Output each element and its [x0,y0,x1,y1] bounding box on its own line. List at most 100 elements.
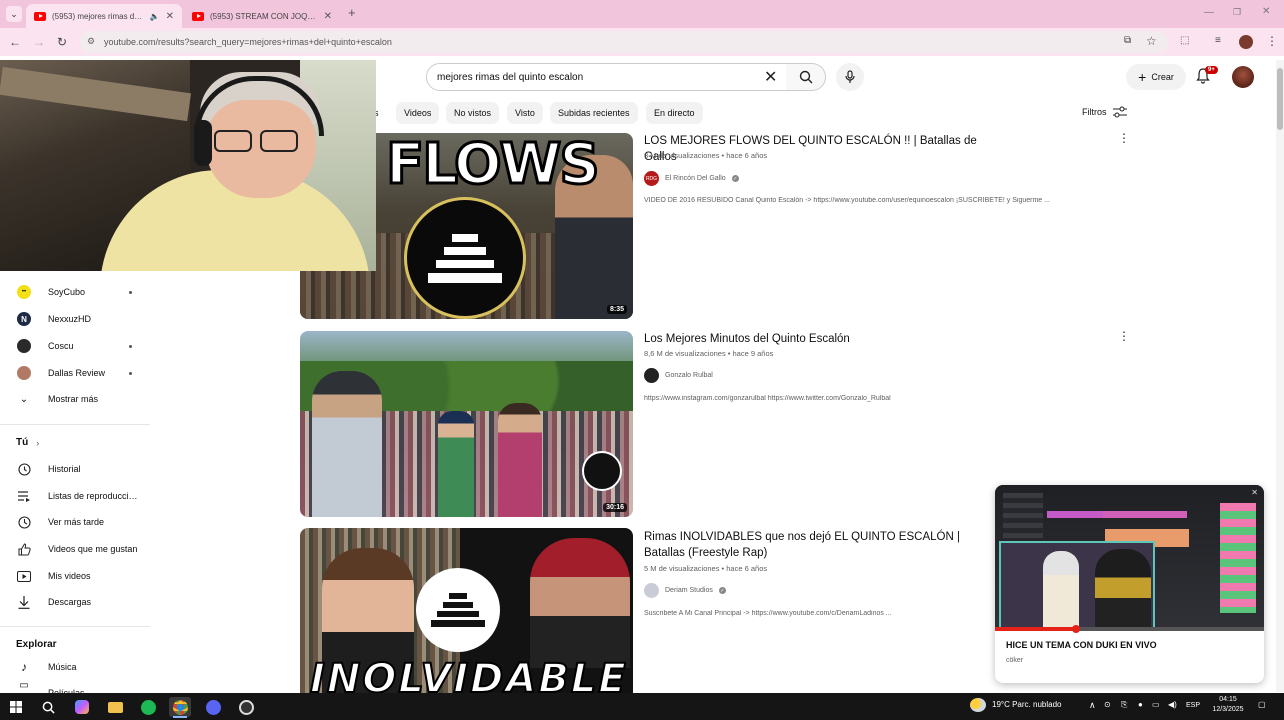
chip-recently-uploaded[interactable]: Subidas recientes [550,102,638,124]
site-info-icon[interactable]: ⚙ [87,36,95,47]
tab-search-results[interactable]: (5953) mejores rimas del quinto escalon … [26,4,182,28]
miniplayer-title[interactable]: HICE UN TEMA CON DUKI EN VIVO [1006,640,1157,650]
channel-avatar: •• [17,285,31,299]
miniplayer-video[interactable]: ✕ [995,485,1264,633]
video-title[interactable]: Los Mejores Minutos del Quinto Escalón [644,331,1004,347]
video-menu-icon[interactable]: ⋮ [1118,131,1130,145]
filters-label: Filtros [1082,107,1107,117]
close-miniplayer-icon[interactable]: ✕ [1251,488,1258,497]
show-more-label: Mostrar más [48,394,99,404]
meet-now-icon[interactable]: ⊙ [1104,700,1111,709]
sidebar-item-music[interactable]: ♪ Música [0,654,150,680]
channel-link[interactable]: RDG El Rincón Del Gallo ✓ [644,171,739,186]
install-app-icon[interactable]: ⧉ [1124,35,1131,46]
clock-time: 04:15 [1219,696,1237,703]
close-tab-icon[interactable]: ✕ [324,11,332,22]
minimize-window-icon[interactable]: — [1204,7,1214,18]
tab-search-icon[interactable]: ⌄ [6,6,22,22]
extensions-icon[interactable]: ⬚ [1180,35,1189,46]
sidebar-item-coscu[interactable]: Coscu [0,333,150,359]
bookmark-star-icon[interactable]: ☆ [1146,34,1157,48]
sidebar-item-downloads[interactable]: Descargas [0,589,150,615]
new-tab-button[interactable]: + [348,5,356,20]
sidebar-item-dallas-review[interactable]: Dallas Review [0,360,150,386]
sidebar-item-playlists[interactable]: Listas de reproducción [0,483,150,509]
show-hidden-icons-icon[interactable]: ∧ [1089,700,1096,711]
sidebar-item-nexxuzhd[interactable]: N NexxuzHD [0,306,150,332]
clock[interactable]: 04:15 12/3/2025 [1208,695,1248,715]
sidebar-item-liked-videos[interactable]: Videos que me gustan [0,536,150,562]
restore-window-icon[interactable]: ❐ [1233,7,1241,18]
search-input[interactable]: mejores rimas del quinto escalon [426,63,788,91]
sidebar-item-movies[interactable]: ▭ Películas [0,680,150,693]
video-menu-icon[interactable]: ⋮ [1118,329,1130,343]
video-title[interactable]: Rimas INOLVIDABLES que nos dejó EL QUINT… [644,529,1004,561]
scrollbar-thumb[interactable] [1277,68,1283,130]
profile-avatar[interactable] [1239,35,1253,49]
page-scrollbar[interactable] [1276,60,1284,692]
weather-text[interactable]: 19°C Parc. nublado [992,700,1061,709]
taskbar-copilot[interactable] [71,697,93,717]
tab-stream[interactable]: (5953) STREAM CON JOQUILES YT ✕ [184,4,340,28]
sidebar-item-soycubo[interactable]: •• SoyCubo [0,279,150,305]
channel-avatar: RDG [644,171,659,186]
channel-link[interactable]: Gonzalo Rulbal [644,368,713,383]
voice-search-button[interactable] [836,63,864,91]
url-text: youtube.com/results?search_query=mejores… [104,37,392,47]
media-controls-icon[interactable]: ≡ [1215,35,1221,46]
taskbar-obs[interactable] [235,697,257,717]
streamer-webcam-overlay [0,60,376,271]
sidebar-item-my-videos[interactable]: Mis videos [0,563,150,589]
channel-link[interactable]: Deriam Studios ✓ [644,583,726,598]
sidebar-item-history[interactable]: Historial [0,456,150,482]
chrome-menu-icon[interactable]: ⋮ [1266,34,1278,48]
you-section-heading[interactable]: Tú › [16,437,39,448]
create-button[interactable]: + Crear [1126,64,1186,90]
reload-icon[interactable]: ↻ [57,35,67,49]
taskbar-file-explorer[interactable] [104,697,126,717]
search-button[interactable] [786,63,826,91]
miniplayer-progress[interactable] [995,627,1264,631]
sidebar-item-watch-later[interactable]: Ver más tarde [0,509,150,535]
volume-icon[interactable]: ◀) [1168,700,1177,709]
movies-icon: ▭ [19,680,29,691]
weather-icon[interactable] [970,698,986,712]
clear-search-icon[interactable]: ✕ [764,67,777,87]
sidebar-divider [0,626,150,627]
progress-scrubber[interactable] [1072,625,1080,633]
history-icon [17,462,31,476]
network-icon[interactable]: ▭ [1152,700,1160,709]
miniplayer[interactable]: ✕ HICE UN TEMA CON DUKI EN VIVO cöker [995,485,1264,683]
video-thumbnail[interactable]: INOLVIDABLE [300,528,633,693]
chip-watched[interactable]: Visto [507,102,543,124]
usb-icon[interactable]: ⎘ [1121,700,1127,710]
notification-center-icon[interactable]: ▢ [1258,700,1266,709]
miniplayer-webcam [999,541,1155,631]
show-more-button[interactable]: ⌄ Mostrar más [0,386,150,412]
address-bar[interactable]: ⚙ youtube.com/results?search_query=mejor… [80,31,1168,53]
audio-playing-icon[interactable]: 🔈 [150,12,160,21]
taskbar-search-button[interactable] [37,697,59,717]
taskbar-chrome[interactable] [169,697,191,717]
video-thumbnail[interactable]: 30:16 [300,331,633,517]
start-button[interactable] [5,697,27,717]
taskbar-spotify[interactable] [137,697,159,717]
video-title[interactable]: LOS MEJORES FLOWS DEL QUINTO ESCALÓN !! … [644,133,1004,165]
taskbar-discord[interactable] [202,697,224,717]
input-language[interactable]: ESP [1186,702,1200,709]
close-tab-icon[interactable]: ✕ [166,11,174,22]
microphone-icon[interactable]: ● [1138,700,1143,709]
verified-badge-icon: ✓ [731,175,739,182]
chip-videos[interactable]: Videos [396,102,440,124]
close-window-icon[interactable]: ✕ [1262,6,1270,17]
channel-avatar [644,583,659,598]
forward-icon[interactable]: → [33,35,45,49]
filters-button[interactable]: Filtros [1082,106,1127,118]
back-icon[interactable]: ← [9,35,21,49]
sidebar-divider [0,424,150,425]
chip-unwatched[interactable]: No vistos [446,102,500,124]
miniplayer-channel[interactable]: cöker [1006,657,1023,664]
chevron-down-icon: ⌄ [19,393,29,405]
account-avatar[interactable] [1232,66,1254,88]
chip-live[interactable]: En directo [646,102,703,124]
